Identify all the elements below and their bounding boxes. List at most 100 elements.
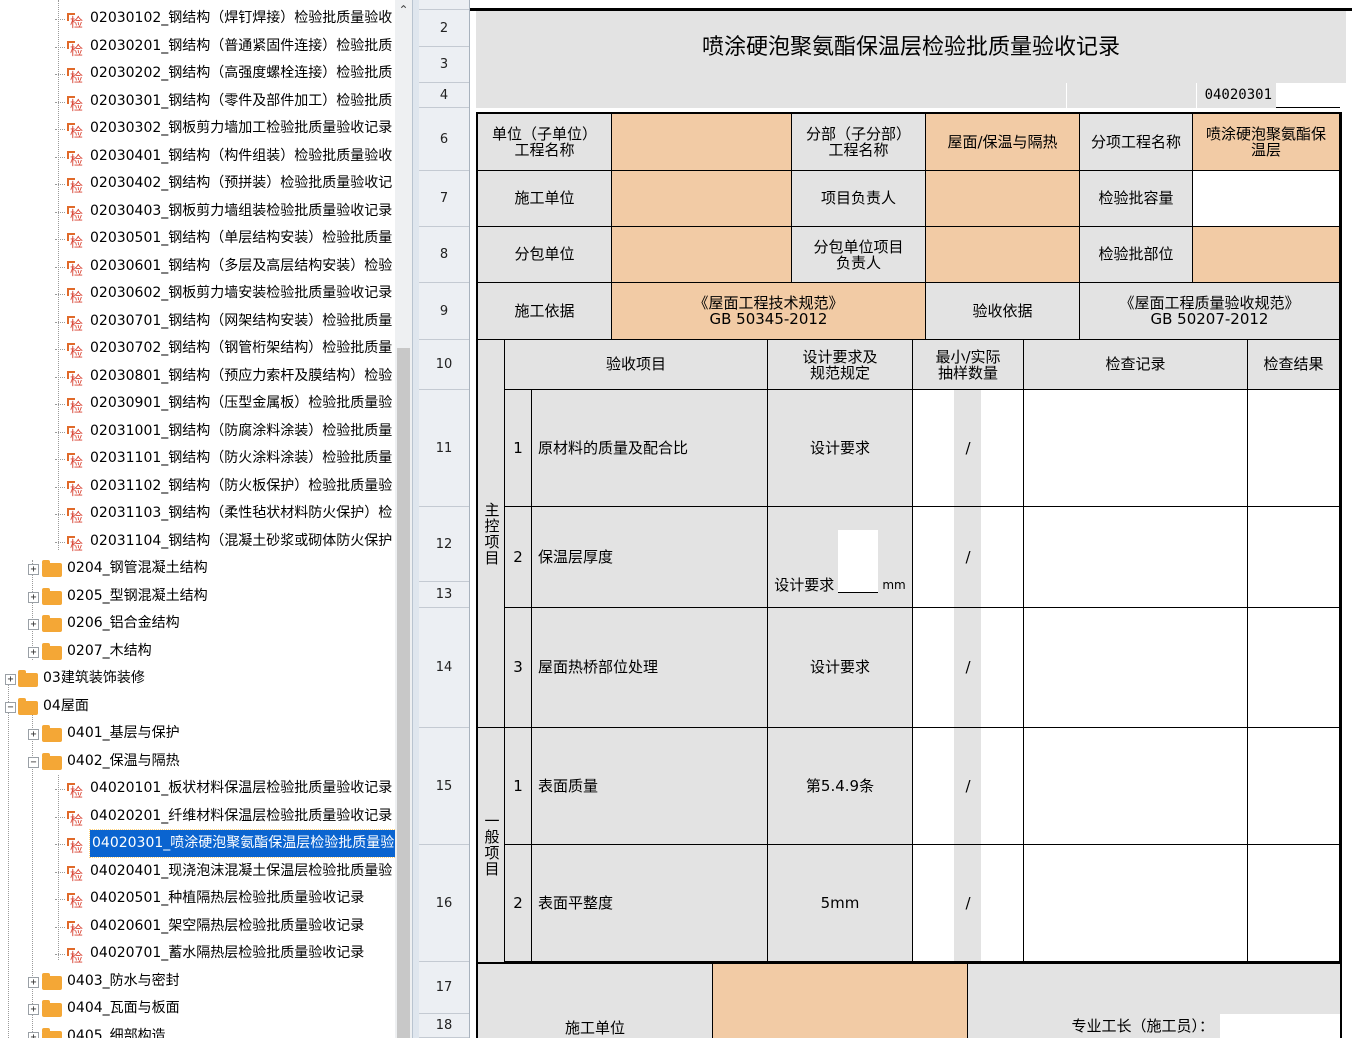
tree-folder-item[interactable]: +0205_型钢混凝土结构 [0,583,395,610]
tree-item-label[interactable]: 04屋面 [43,693,89,720]
scroll-up-arrow-icon[interactable]: ⌃ [395,2,412,18]
tree-item-label[interactable]: 02030701_钢结构（网架结构安装）检验批质量 [90,308,392,335]
tree-folder-item[interactable]: +0206_铝合金结构 [0,610,395,637]
tree-doc-item[interactable]: 检 02030801_钢结构（预应力索杆及膜结构）检验 [0,363,395,390]
tree-item-label[interactable]: 0402_保温与隔热 [67,748,180,775]
tree-item-label[interactable]: 04020101_板状材料保温层检验批质量验收记录 [90,775,392,802]
tree-doc-item[interactable]: 检 02030402_钢结构（预拼装）检验批质量验收记 [0,170,395,197]
row-header[interactable]: 8 [419,227,469,283]
tree-doc-item[interactable]: 检 02031101_钢结构（防火涂料涂装）检验批质量 [0,445,395,472]
tree-doc-item[interactable]: 检 02030403_钢板剪力墙组装检验批质量验收记录 [0,198,395,225]
tree-item-label[interactable]: 02030302_钢板剪力墙加工检验批质量验收记录 [90,115,392,142]
tree-doc-item[interactable]: 检 02031001_钢结构（防腐涂料涂装）检验批质量 [0,418,395,445]
tree-item-label[interactable]: 0205_型钢混凝土结构 [67,583,208,610]
tree-item-label[interactable]: 02031102_钢结构（防火板保护）检验批质量验 [90,473,392,500]
main-check-record[interactable] [1024,507,1248,608]
general-check-record[interactable] [1024,728,1248,845]
collapse-minus-icon[interactable]: − [5,701,16,713]
tree-item-label[interactable]: 04020601_架空隔热层检验批质量验收记录 [90,913,364,940]
main-check-record[interactable] [1024,390,1248,507]
tree-doc-item[interactable]: 检 02030401_钢结构（构件组装）检验批质量验收 [0,143,395,170]
item-project-name-value[interactable]: 喷涂硬泡聚氨酯保 温层 [1193,114,1340,171]
tree-folder-item[interactable]: +0404_瓦面与板面 [0,995,395,1022]
batch-capacity-value[interactable] [1193,171,1340,227]
row-header[interactable]: 16 [419,845,469,962]
tree-doc-item[interactable]: 检 02030102_钢结构（焊钉焊接）检验批质量验收 [0,5,395,32]
tree-item-label[interactable]: 0207_木结构 [67,638,152,665]
tree-doc-item[interactable]: 检 02031102_钢结构（防火板保护）检验批质量验 [0,473,395,500]
tree-folder-item[interactable]: +0401_基层与保护 [0,720,395,747]
tree-doc-item[interactable]: 检 04020601_架空隔热层检验批质量验收记录 [0,913,395,940]
tree-item-label[interactable]: 02030801_钢结构（预应力索杆及膜结构）检验 [90,363,392,390]
code-input-cell[interactable] [1276,83,1340,108]
construction-unit-value[interactable] [612,171,792,227]
tree-doc-item[interactable]: 检 02030501_钢结构（单层结构安装）检验批质量 [0,225,395,252]
tree-folder-item[interactable]: +0403_防水与密封 [0,968,395,995]
tree-item-label[interactable]: 02030201_钢结构（普通紧固件连接）检验批质 [90,33,392,60]
expand-plus-icon[interactable]: + [28,729,39,740]
expand-plus-icon[interactable]: + [28,976,39,988]
row-header[interactable]: 4 [419,83,469,108]
general-check-record[interactable] [1024,845,1248,962]
general-check-result[interactable] [1248,845,1340,962]
tree-folder-item[interactable]: +0204_钢管混凝土结构 [0,555,395,582]
main-check-result[interactable] [1248,507,1340,608]
tree-folder-item[interactable]: +0207_木结构 [0,638,395,665]
row-header-partial[interactable] [419,0,469,10]
tree-doc-item[interactable]: 检 02030301_钢结构（零件及部件加工）检验批质 [0,88,395,115]
expand-plus-icon[interactable]: + [28,646,39,658]
subcontractor-value[interactable] [612,227,792,283]
tree-item-label[interactable]: 02030401_钢结构（构件组装）检验批质量验收 [90,143,392,170]
tree-item-label[interactable]: 04020501_种植隔热层检验批质量验收记录 [90,885,364,912]
tree-doc-item[interactable]: 检 02030602_钢板剪力墙安装检验批质量验收记录 [0,280,395,307]
tree-doc-item[interactable]: 检 02031104_钢结构（混凝土砂浆或砌体防火保护 [0,528,395,555]
tree-doc-item[interactable]: 检 04020201_纤维材料保温层检验批质量验收记录 [0,803,395,830]
tree-item-label[interactable]: 02030301_钢结构（零件及部件加工）检验批质 [90,88,392,115]
tree-doc-item[interactable]: 检 02030701_钢结构（网架结构安装）检验批质量 [0,308,395,335]
tree-folder-item[interactable]: − 04屋面 [0,693,395,720]
tree-item-label[interactable]: 02031103_钢结构（柔性毡状材料防火保护）检 [90,500,392,527]
tree-item-label[interactable]: 0405_细部构造 [67,1023,166,1038]
batch-location-value[interactable] [1193,227,1340,283]
expand-plus-icon[interactable]: + [28,619,39,630]
main-check-record[interactable] [1024,608,1248,728]
row-header[interactable]: 18 [419,1014,469,1038]
tree-item-label[interactable]: 02031104_钢结构（混凝土砂浆或砌体防火保护 [90,528,392,555]
tree-item-label[interactable]: 02030402_钢结构（预拼装）检验批质量验收记 [90,170,392,197]
row-header[interactable]: 11 [419,390,469,507]
tree-doc-item[interactable]: 检 02030302_钢板剪力墙加工检验批质量验收记录 [0,115,395,142]
general-check-result[interactable] [1248,728,1340,845]
tree-item-label[interactable]: 02030702_钢结构（钢管桁架结构）检验批质量 [90,335,392,362]
tree-folder-item[interactable]: − 0402_保温与隔热 [0,748,395,775]
row-header[interactable]: 2 [419,10,469,47]
tree-item-label[interactable]: 02030202_钢结构（高强度螺栓连接）检验批质 [90,60,392,87]
tree-doc-item[interactable]: 检 02030201_钢结构（普通紧固件连接）检验批质 [0,33,395,60]
row-header[interactable]: 9 [419,283,469,340]
expand-plus-icon[interactable]: + [5,674,16,685]
scroll-thumb[interactable] [397,348,410,1038]
tree-item-label[interactable]: 02030901_钢结构（压型金属板）检验批质量验 [90,390,392,417]
main-check-result[interactable] [1248,390,1340,507]
tree-item-label[interactable]: 0403_防水与密封 [67,968,180,995]
subcontractor-manager-value[interactable] [926,227,1080,283]
spreadsheet[interactable]: 2 3 4 6 7 8 9 10 11 12 13 14 15 16 17 18 喷涂硬泡聚氨酯保温层检验批质… [419,0,1352,1038]
tree-item-label[interactable]: 0404_瓦面与板面 [67,995,180,1022]
row-header[interactable]: 7 [419,171,469,227]
footer-construction-unit-value[interactable] [713,964,968,1038]
tree-scrollbar[interactable]: ⌃ [395,0,412,1038]
tree-folder-item[interactable]: +03建筑装饰装修 [0,665,395,692]
tree-doc-item[interactable]: 检 02030901_钢结构（压型金属板）检验批质量验 [0,390,395,417]
row-header[interactable]: 3 [419,47,469,83]
expand-plus-icon[interactable]: + [28,1031,39,1038]
tree-item-label[interactable]: 02030602_钢板剪力墙安装检验批质量验收记录 [90,280,392,307]
tree-item-label[interactable]: 03建筑装饰装修 [43,665,145,692]
tree-item-label[interactable]: 0204_钢管混凝土结构 [67,555,208,582]
tree-item-label[interactable]: 04020401_现浇泡沫混凝土保温层检验批质量验 [90,858,392,885]
tree-doc-item[interactable]: 检 04020501_种植隔热层检验批质量验收记录 [0,885,395,912]
tree-item-label[interactable]: 04020201_纤维材料保温层检验批质量验收记录 [90,803,392,830]
tree-item-label[interactable]: 02031101_钢结构（防火涂料涂装）检验批质量 [90,445,392,472]
tree-folder-item[interactable]: +0405_细部构造 [0,1023,395,1038]
tree-selected-label[interactable]: 04020301_喷涂硬泡聚氨酯保温层检验批质量验 [88,829,395,858]
tree-doc-item[interactable]: 检 04020701_蓄水隔热层检验批质量验收记录 [0,940,395,967]
tree-doc-item[interactable]: 检 02030601_钢结构（多层及高层结构安装）检验 [0,253,395,280]
